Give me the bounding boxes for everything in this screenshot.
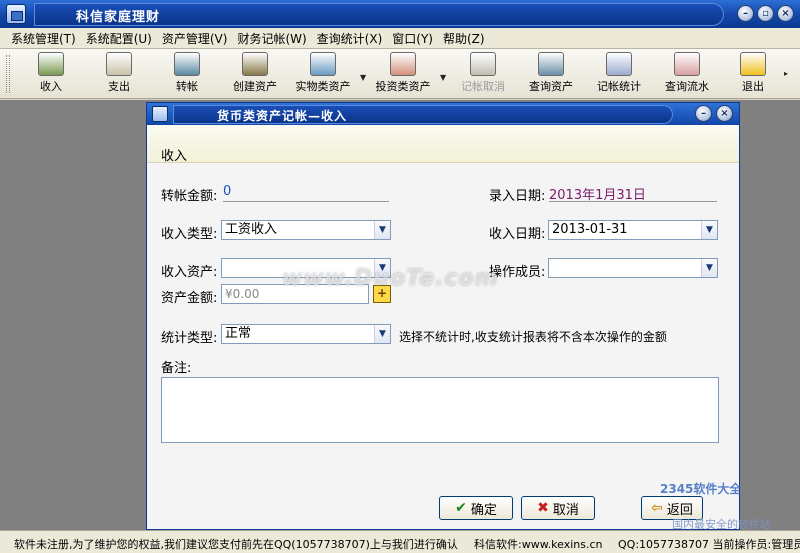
expense-icon — [106, 52, 132, 76]
back-arrow-icon: ⇦ — [651, 500, 663, 516]
cancel-button[interactable]: ✖ 取消 — [521, 496, 595, 520]
toolbar-label: 投资类资产 — [375, 80, 431, 93]
income-dialog: 货币类资产记帐—收入 – × 收入 转帐金额: 0 录入日期: 2013年1月3… — [146, 102, 740, 530]
back-label: 返回 — [666, 502, 693, 518]
chevron-down-icon[interactable]: ▼ — [701, 259, 717, 277]
asset-amount-label: 资产金额: — [161, 291, 218, 306]
section-header: 收入 — [147, 125, 739, 164]
status-bar: 软件未注册,为了维护您的权益,我们建议您支付前先在QQ(1057738707)上… — [0, 530, 800, 553]
menu-bookkeeping[interactable]: 财务记帐(W) — [232, 30, 311, 47]
dialog-title: 货币类资产记帐—收入 — [217, 109, 348, 123]
dialog-title-bar: 货币类资产记帐—收入 – × — [147, 103, 739, 125]
status-site: 科信软件:www.kexins.cn — [474, 538, 603, 551]
close-button[interactable]: × — [777, 5, 794, 22]
x-icon: ✖ — [537, 500, 549, 516]
physical-asset-icon — [310, 52, 336, 76]
query-flow-icon — [674, 52, 700, 76]
section-title: 收入 — [161, 149, 188, 164]
income-icon — [38, 52, 64, 76]
watermark-text: www.DuoTe.com — [282, 266, 499, 291]
transfer-icon — [174, 52, 200, 76]
window-title: 科信家庭理财 — [76, 10, 161, 25]
toolbar-label: 查询资产 — [529, 80, 573, 93]
create-asset-icon — [242, 52, 268, 76]
income-asset-label: 收入资产: — [161, 265, 218, 280]
toolbar-label: 收入 — [40, 80, 62, 93]
toolbar-button-stats[interactable]: 记帐统计 — [586, 52, 652, 96]
toolbar-button-exit[interactable]: 退出 — [720, 52, 786, 96]
remark-label: 备注: — [161, 361, 192, 376]
dialog-close-button[interactable]: × — [716, 105, 733, 122]
cancel-entry-icon — [470, 52, 496, 76]
menu-system-config[interactable]: 系统配置(U) — [81, 30, 157, 47]
query-asset-icon — [538, 52, 564, 76]
toolbar-button-query-asset[interactable]: 查询资产 — [518, 52, 584, 96]
entry-date-label: 录入日期: — [489, 189, 546, 204]
income-type-value: 工资收入 — [225, 222, 278, 237]
dialog-minimize-button[interactable]: – — [695, 105, 712, 122]
menu-asset-management[interactable]: 资产管理(V) — [157, 30, 233, 47]
toolbar-button-piggy-bank[interactable]: 投资类资产 — [370, 52, 436, 96]
toolbar-button-query-flow[interactable]: 查询流水 — [654, 52, 720, 96]
stats-icon — [606, 52, 632, 76]
dropdown-arrow-icon[interactable]: ▼ — [440, 73, 446, 82]
toolbar-label: 转帐 — [176, 80, 198, 93]
income-type-select[interactable]: 工资收入 ▼ — [221, 220, 391, 240]
menu-help[interactable]: 帮助(Z) — [438, 30, 490, 47]
minimize-button[interactable]: – — [737, 5, 754, 22]
menu-window[interactable]: 窗口(Y) — [387, 30, 438, 47]
toolbar-button-cancel-entry[interactable]: 记帐取消 — [450, 52, 516, 96]
income-date-picker[interactable]: 2013-01-31 ▼ — [548, 220, 718, 240]
toolbar-label: 实物类资产 — [295, 80, 351, 93]
stat-type-select[interactable]: 正常 ▼ — [221, 324, 391, 344]
toolbar-label: 创建资产 — [233, 80, 277, 93]
window-controls: – ▫ × — [737, 5, 794, 22]
toolbar-label: 记帐取消 — [461, 80, 505, 93]
toolbar-grip[interactable] — [6, 55, 10, 93]
toolbar-button-transfer[interactable]: 转帐 — [154, 52, 220, 96]
stat-type-value: 正常 — [225, 326, 252, 341]
menu-system-management[interactable]: 系统管理(T) — [6, 30, 81, 47]
restore-button[interactable]: ▫ — [757, 5, 774, 22]
menu-query-stats[interactable]: 查询统计(X) — [312, 30, 388, 47]
operator-select[interactable]: ▼ — [548, 258, 718, 278]
toolbar-label: 查询流水 — [665, 80, 709, 93]
confirm-label: 确定 — [470, 502, 497, 518]
check-icon: ✔ — [455, 500, 467, 516]
piggy-bank-icon — [390, 52, 416, 76]
chevron-down-icon[interactable]: ▼ — [374, 325, 390, 343]
income-date-value: 2013-01-31 — [552, 222, 628, 237]
toolbar-button-create-asset[interactable]: 创建资产 — [222, 52, 288, 96]
toolbar-label: 记帐统计 — [597, 80, 641, 93]
toolbar: 收入 支出 转帐 创建资产 实物类资产 ▼ 投资类资产 ▼ 记帐取消 查询资产 记帐统计 查询流水 退出… — [0, 49, 800, 99]
income-type-label: 收入类型: — [161, 227, 218, 242]
toolbar-button-physical-asset[interactable]: 实物类资产 — [290, 52, 356, 96]
dropdown-arrow-icon[interactable]: ▼ — [360, 73, 366, 82]
chevron-down-icon[interactable]: ▼ — [701, 221, 717, 239]
income-date-label: 收入日期: — [489, 227, 546, 242]
toolbar-button-income[interactable]: 收入 — [18, 52, 84, 96]
menu-bar: 系统管理(T) 系统配置(U) 资产管理(V) 财务记帐(W) 查询统计(X) … — [0, 28, 800, 49]
toolbar-overflow-icon[interactable]: ▸ — [784, 69, 788, 78]
confirm-button[interactable]: ✔ 确定 — [439, 496, 513, 520]
transfer-amount-label: 转帐金额: — [161, 189, 218, 204]
entry-date-value: 2013年1月31日 — [549, 184, 717, 203]
chevron-down-icon[interactable]: ▼ — [374, 221, 390, 239]
toolbar-button-expense[interactable]: 支出 — [86, 52, 152, 96]
remark-textarea[interactable] — [161, 377, 719, 443]
main-title-bar: 科信家庭理财 – ▫ × — [0, 0, 800, 28]
app-icon[interactable] — [6, 4, 26, 24]
dialog-icon — [152, 106, 168, 122]
transfer-amount-value: 0 — [223, 184, 389, 202]
stat-type-label: 统计类型: — [161, 331, 218, 346]
status-operator: QQ:1057738707 当前操作员:管理员 — [618, 538, 800, 551]
toolbar-label: 退出 — [742, 80, 764, 93]
status-notice: 软件未注册,为了维护您的权益,我们建议您支付前先在QQ(1057738707)上… — [14, 538, 458, 551]
corner-logo: 2345软件大全 — [660, 482, 742, 496]
exit-icon — [740, 52, 766, 76]
stat-type-note: 选择不统计时,收支统计报表将不含本次操作的金额 — [399, 330, 667, 344]
toolbar-label: 支出 — [108, 80, 130, 93]
dialog-controls: – × — [695, 105, 733, 122]
cancel-label: 取消 — [552, 502, 579, 518]
